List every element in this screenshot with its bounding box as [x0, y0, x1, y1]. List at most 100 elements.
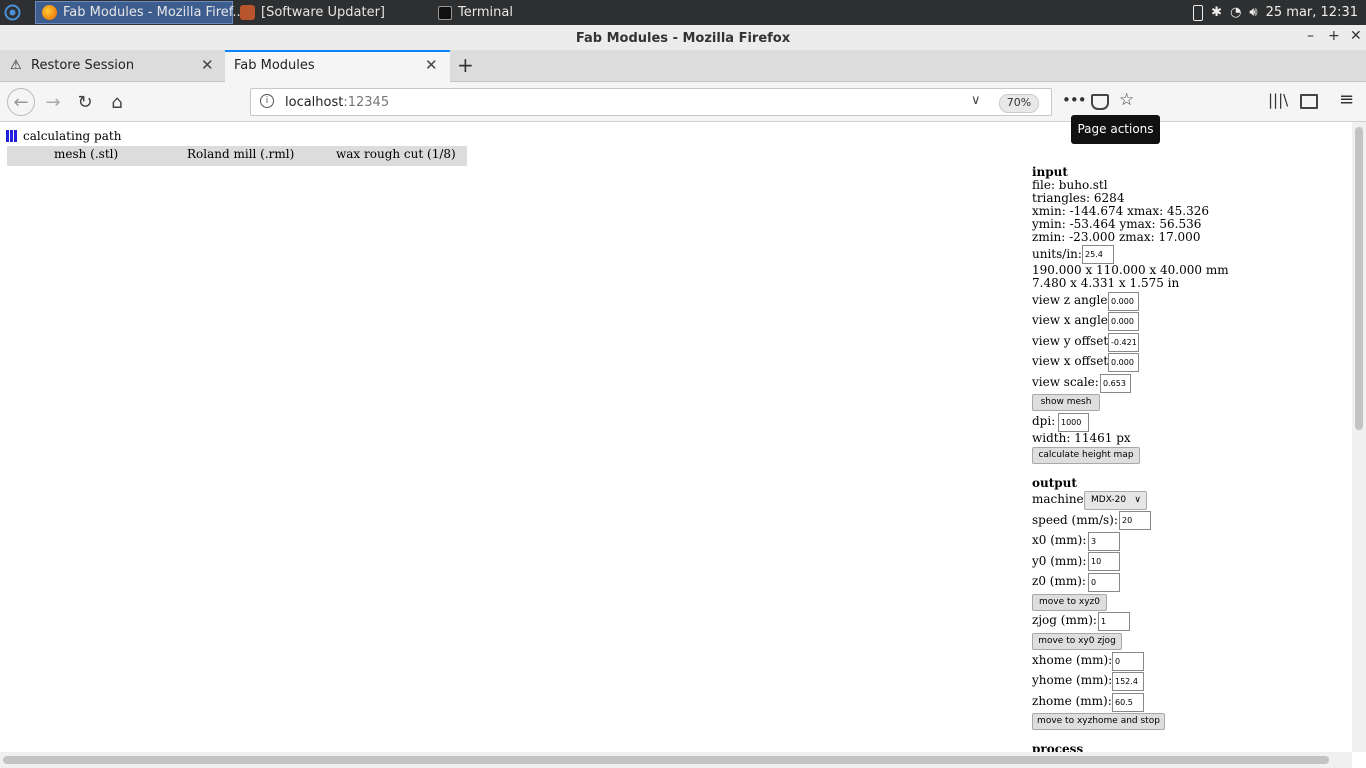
width-info: width: 11461 px — [1032, 431, 1131, 445]
view-x-angle-label: view x angle: — [1032, 313, 1112, 327]
move-to-xy0-zjog-button[interactable]: move to xy0 zjog — [1032, 633, 1122, 650]
zhome-input[interactable]: 60.5 — [1112, 693, 1144, 712]
info-icon[interactable]: i — [260, 94, 274, 108]
z0-label: z0 (mm): — [1032, 574, 1086, 588]
zjog-input[interactable]: 1 — [1098, 612, 1130, 631]
yhome-input[interactable]: 152.4 — [1112, 672, 1144, 691]
y0-input[interactable]: 10 — [1088, 552, 1120, 571]
warning-icon: ⚠ — [10, 58, 22, 73]
url-port: :12345 — [343, 95, 390, 110]
reload-icon[interactable]: ↻ — [73, 90, 97, 114]
url-dropdown-icon[interactable]: ∨ — [971, 93, 981, 108]
system-tray: ✱ ◔ 🔊︎ 25 mar, 12:31 — [1193, 0, 1358, 25]
close-tab-icon[interactable]: ✕ — [201, 56, 214, 74]
sidebar-icon[interactable] — [1300, 94, 1318, 109]
status-text: calculating path — [23, 129, 122, 143]
close-window-icon[interactable]: ✕ — [1350, 28, 1362, 44]
calculate-height-map-button[interactable]: calculate height map — [1032, 447, 1140, 464]
speed-label: speed (mm/s): — [1032, 513, 1118, 527]
navigation-bar: ← → ↻ ⌂ i localhost:12345 ∨ 70% ••• ☆ ||… — [0, 82, 1366, 122]
bookmark-star-icon[interactable]: ☆ — [1119, 90, 1134, 110]
machine-select-value: MDX-20 — [1091, 495, 1127, 505]
status-line: calculating path — [6, 129, 121, 143]
back-icon[interactable]: ← — [7, 88, 35, 116]
view-y-offset-label: view y offset: — [1032, 334, 1113, 348]
dims-in: 7.480 x 4.331 x 1.575 in — [1032, 276, 1180, 290]
tab-fab-modules[interactable]: Fab Modules ✕ — [225, 50, 450, 82]
tab-restore-session[interactable]: ⚠ Restore Session ✕ — [0, 50, 225, 82]
volume-icon[interactable]: 🔊︎ — [1249, 5, 1257, 20]
module-mesh[interactable]: mesh (.stl) — [54, 147, 118, 161]
module-wax-rough-cut[interactable]: wax rough cut (1/8) — [336, 147, 456, 161]
wifi-icon[interactable]: ◔ — [1230, 5, 1241, 20]
horizontal-scrollbar[interactable] — [0, 752, 1352, 768]
yhome-label: yhome (mm): — [1032, 673, 1113, 687]
firefox-icon — [42, 5, 57, 20]
speed-input[interactable]: 20 — [1119, 511, 1151, 530]
page-actions-icon[interactable]: ••• — [1062, 91, 1087, 109]
maximize-icon[interactable]: + — [1328, 28, 1340, 44]
machine-select[interactable]: MDX-20 ∨ — [1084, 491, 1147, 510]
vertical-scroll-thumb[interactable] — [1355, 127, 1363, 430]
units-label: units/in: — [1032, 247, 1082, 261]
x0-input[interactable]: 3 — [1088, 532, 1120, 551]
xhome-label: xhome (mm): — [1032, 653, 1113, 667]
page-content: calculating path mesh (.stl) Roland mill… — [0, 122, 1352, 756]
view-z-angle-label: view z angle: — [1032, 293, 1112, 307]
task-label: Terminal — [458, 5, 513, 20]
clock[interactable]: 25 mar, 12:31 — [1266, 5, 1358, 20]
task-label: [Software Updater] — [261, 5, 386, 20]
horizontal-scroll-thumb[interactable] — [3, 756, 1329, 764]
view-x-offset-label: view x offset: — [1032, 354, 1113, 368]
output-heading: output — [1032, 476, 1077, 490]
url-bar[interactable]: i localhost:12345 ∨ 70% — [250, 88, 1052, 116]
task-software-updater[interactable]: [Software Updater] — [234, 1, 424, 24]
view-z-angle-input[interactable]: 0.000 — [1108, 292, 1139, 311]
module-roland-mill[interactable]: Roland mill (.rml) — [187, 147, 294, 161]
dpi-input[interactable]: 1000 — [1058, 413, 1089, 432]
close-tab-icon[interactable]: ✕ — [425, 56, 438, 74]
new-tab-icon[interactable]: + — [457, 53, 474, 77]
battery-icon[interactable] — [1193, 4, 1204, 21]
app-menu-icon[interactable] — [4, 4, 21, 21]
taskbar: Fab Modules - Mozilla Firef... [Software… — [0, 0, 1366, 25]
input-zrange: zmin: -23.000 zmax: 17.000 — [1032, 230, 1201, 244]
chevron-down-icon: ∨ — [1134, 495, 1141, 505]
minimize-icon[interactable]: – — [1307, 28, 1314, 44]
zhome-label: zhome (mm): — [1032, 694, 1112, 708]
move-to-xyz0-button[interactable]: move to xyz0 — [1032, 594, 1107, 611]
move-to-xyzhome-button[interactable]: move to xyzhome and stop — [1032, 713, 1165, 730]
module-bar: mesh (.stl) Roland mill (.rml) wax rough… — [7, 146, 467, 166]
view-x-offset-input[interactable]: 0.000 — [1108, 353, 1139, 372]
show-mesh-button[interactable]: show mesh — [1032, 394, 1100, 411]
z0-input[interactable]: 0 — [1088, 573, 1120, 592]
task-firefox[interactable]: Fab Modules - Mozilla Firef... — [35, 1, 245, 24]
url-host: localhost — [285, 95, 344, 110]
home-icon[interactable]: ⌂ — [105, 90, 129, 114]
tab-label: Restore Session — [31, 58, 135, 73]
y0-label: y0 (mm): — [1032, 554, 1087, 568]
vertical-scrollbar[interactable] — [1352, 122, 1366, 752]
forward-icon[interactable]: → — [41, 90, 65, 114]
menu-icon[interactable]: ≡ — [1339, 89, 1354, 110]
tab-label: Fab Modules — [234, 58, 315, 73]
task-terminal[interactable]: Terminal — [432, 1, 572, 24]
window-title: Fab Modules - Mozilla Firefox — [575, 31, 791, 46]
zjog-label: zjog (mm): — [1032, 613, 1097, 627]
xhome-input[interactable]: 0 — [1112, 652, 1144, 671]
view-x-angle-input[interactable]: 0.000 — [1108, 312, 1139, 331]
dpi-label: dpi: — [1032, 414, 1056, 428]
zoom-indicator[interactable]: 70% — [999, 94, 1039, 113]
page-actions-tooltip: Page actions — [1071, 115, 1160, 144]
view-scale-label: view scale: — [1032, 375, 1099, 389]
updater-icon — [240, 5, 255, 20]
machine-label: machine — [1032, 492, 1084, 506]
bluetooth-icon[interactable]: ✱ — [1211, 5, 1222, 20]
tab-strip: ⚠ Restore Session ✕ Fab Modules ✕ + — [0, 50, 1366, 82]
view-scale-input[interactable]: 0.653 — [1100, 374, 1131, 393]
view-y-offset-input[interactable]: -0.421 — [1108, 333, 1139, 352]
units-input[interactable]: 25.4 — [1082, 245, 1114, 264]
pocket-icon[interactable] — [1091, 94, 1109, 110]
library-icon[interactable]: |||\ — [1268, 91, 1288, 109]
window-titlebar: Fab Modules - Mozilla Firefox – + ✕ — [0, 25, 1366, 50]
